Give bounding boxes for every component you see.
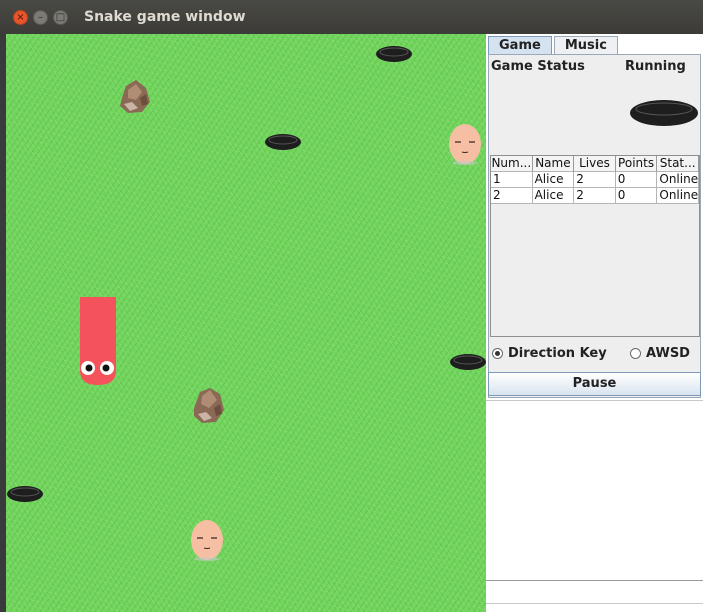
window-title: Snake game window <box>84 9 246 25</box>
table-cell: Alice <box>532 188 575 204</box>
hole-icon <box>376 46 412 62</box>
tab-music[interactable]: Music <box>553 36 618 55</box>
column-header-name[interactable]: Name <box>532 156 575 172</box>
control-mode-group: Direction Key AWSD <box>488 346 701 370</box>
column-header-number[interactable]: Num... <box>491 156 533 172</box>
minimize-icon[interactable]: – <box>33 9 48 25</box>
game-status-label: Game Status <box>491 59 585 74</box>
rock-icon <box>194 388 224 423</box>
maximize-icon[interactable]: □ <box>53 9 68 25</box>
hole-icon <box>7 486 43 502</box>
hole-icon <box>265 134 301 150</box>
direction-key-radio[interactable]: Direction Key <box>492 346 607 361</box>
pause-button[interactable]: Pause <box>488 372 701 396</box>
players-table: Num... Name Lives Points Stat... 1 Alice… <box>490 155 700 337</box>
hole-icon <box>450 354 486 370</box>
egg-icon <box>191 520 223 561</box>
table-cell: 2 <box>574 188 616 204</box>
table-header: Num... Name Lives Points Stat... <box>491 156 699 172</box>
column-header-lives[interactable]: Lives <box>574 156 616 172</box>
title-bar: × – □ Snake game window <box>0 0 703 34</box>
table-row[interactable]: 2 Alice 2 0 Online <box>491 188 699 204</box>
table-cell: 0 <box>615 172 658 188</box>
snake-game-window: × – □ Snake game window Game Music Game … <box>0 0 703 612</box>
rock-icon <box>120 80 150 113</box>
radio-selected-icon[interactable] <box>492 348 503 359</box>
table-cell: 2 <box>491 188 533 204</box>
close-icon[interactable]: × <box>13 9 28 25</box>
table-cell: Online <box>657 188 699 204</box>
column-header-status[interactable]: Stat... <box>657 156 699 172</box>
tab-bar: Game Music <box>488 36 620 55</box>
table-cell: Alice <box>532 172 575 188</box>
input-field[interactable] <box>486 580 703 604</box>
game-field[interactable] <box>6 34 486 612</box>
table-cell: Online <box>657 172 699 188</box>
message-area[interactable] <box>486 400 703 579</box>
side-panel: Game Music Game Status Running Num... Na… <box>486 34 703 612</box>
radio-unselected-icon[interactable] <box>630 348 641 359</box>
hole-icon <box>630 100 698 126</box>
tab-game[interactable]: Game <box>488 36 552 55</box>
awsd-label: AWSD <box>646 346 690 361</box>
game-status-value: Running <box>625 59 686 74</box>
table-cell: 0 <box>615 188 658 204</box>
table-cell: 1 <box>491 172 533 188</box>
awsd-radio[interactable]: AWSD <box>630 346 690 361</box>
snake <box>80 297 116 385</box>
table-row[interactable]: 1 Alice 2 0 Online <box>491 172 699 188</box>
column-header-points[interactable]: Points <box>615 156 658 172</box>
egg-icon <box>449 124 481 165</box>
direction-key-label: Direction Key <box>508 346 607 361</box>
table-cell: 2 <box>574 172 616 188</box>
